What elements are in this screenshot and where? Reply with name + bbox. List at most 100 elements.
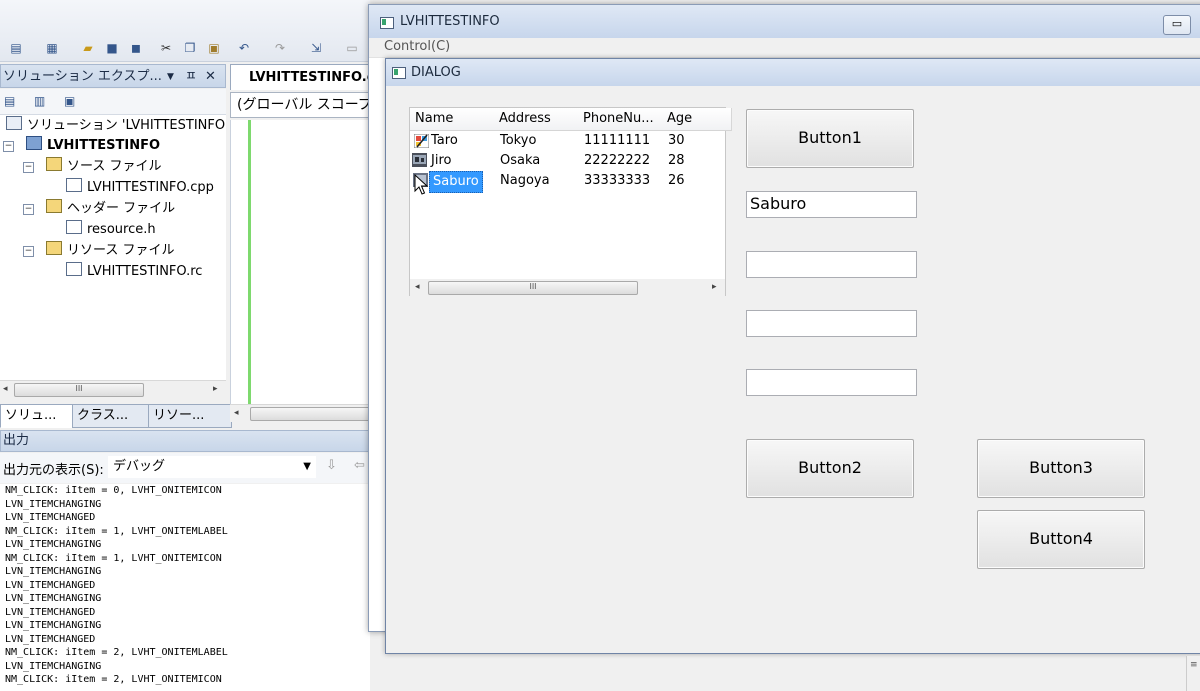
save-icon[interactable]: ■: [104, 40, 120, 56]
collapse-icon[interactable]: −: [23, 204, 34, 215]
code-editor[interactable]: [230, 120, 370, 404]
refresh-icon[interactable]: ▣: [64, 94, 75, 108]
add-item-icon[interactable]: ▦: [44, 40, 60, 56]
tree-label: ソリューション 'LVHITTESTINFO: [27, 118, 226, 133]
solution-hscrollbar[interactable]: ◂ III ▸: [0, 380, 226, 397]
minimize-button[interactable]: ▭: [1163, 15, 1191, 35]
menu-control[interactable]: Control(C): [384, 39, 450, 54]
collapse-icon[interactable]: −: [3, 141, 14, 152]
tree-item-header-file[interactable]: resource.h: [66, 220, 156, 240]
solution-icon: [6, 116, 22, 130]
tree-label: ソース ファイル: [67, 159, 162, 174]
cell-address: Nagoya: [500, 173, 550, 188]
scope-label: (グローバル スコープ): [237, 97, 370, 113]
output-line: NM_CLICK: iItem = 1, LVHT_ONITEMICON: [5, 552, 222, 564]
editor-tab[interactable]: LVHITTESTINFO.c: [230, 64, 370, 90]
output-line: LVN_ITEMCHANGED: [5, 633, 96, 645]
cut-icon[interactable]: ✂: [158, 40, 174, 56]
list-hscrollbar[interactable]: ◂ III ▸: [410, 279, 725, 296]
list-view[interactable]: Name Address PhoneNu... Age Taro Tokyo 1…: [409, 107, 732, 296]
tree-item-header-folder[interactable]: ヘッダー ファイル: [46, 199, 175, 219]
cell-phone: 11111111: [584, 133, 651, 148]
output-line: LVN_ITEMCHANGED: [5, 512, 96, 523]
tree-item-resource-file[interactable]: LVHITTESTINFO.rc: [66, 262, 202, 282]
edit-field-4[interactable]: [746, 369, 917, 396]
cell-phone: 33333333: [584, 173, 651, 188]
clear-all-icon[interactable]: ⇦: [354, 458, 365, 473]
edit-field-2[interactable]: [746, 251, 917, 278]
collapse-icon[interactable]: −: [23, 162, 34, 173]
button-label: Button1: [798, 128, 862, 147]
collapse-icon[interactable]: −: [23, 246, 34, 257]
copy-icon[interactable]: ❐: [182, 40, 198, 56]
scroll-thumb[interactable]: III: [14, 383, 144, 397]
tree-item-source-folder[interactable]: ソース ファイル: [46, 157, 161, 177]
scroll-thumb[interactable]: [250, 407, 372, 421]
tab-solution[interactable]: ソリュ...: [0, 404, 76, 428]
tab-class[interactable]: クラス...: [72, 404, 152, 428]
show-all-files-icon[interactable]: ▥: [34, 94, 45, 108]
tab-resource[interactable]: リソー...: [148, 404, 232, 428]
column-label: Address: [499, 111, 551, 126]
paste-icon[interactable]: ▣: [206, 40, 222, 56]
cell-name[interactable]: Jiro: [431, 151, 451, 171]
button3[interactable]: Button3: [977, 439, 1145, 498]
cell-name[interactable]: Taro: [431, 131, 458, 151]
editor-hscrollbar[interactable]: ◂: [230, 404, 372, 422]
output-log: NM_CLICK: iItem = 0, LVHT_ONITEMICON LVN_…: [0, 484, 370, 691]
close-icon[interactable]: ✕: [205, 65, 216, 89]
find-icon[interactable]: ▭: [344, 40, 360, 56]
cell-phone: 22222222: [584, 153, 651, 168]
edit-field-3[interactable]: [746, 310, 917, 337]
output-line: NM_CLICK: iItem = 0, LVHT_ONITEMICON: [5, 485, 222, 496]
navigate-icon[interactable]: ⇲: [308, 40, 324, 56]
column-header-address[interactable]: Address: [494, 108, 583, 131]
jiro-icon[interactable]: [412, 153, 427, 167]
column-header-name[interactable]: Name: [410, 108, 499, 131]
cell-name-selected[interactable]: Saburo: [429, 171, 483, 193]
output-source-dropdown[interactable]: デバッグ ▼: [108, 456, 316, 478]
redo-icon[interactable]: ↷: [272, 40, 288, 56]
column-header-phone[interactable]: PhoneNu...: [578, 108, 667, 131]
tree-item-solution[interactable]: ソリューション 'LVHITTESTINFO: [6, 116, 225, 136]
button2[interactable]: Button2: [746, 439, 914, 498]
taro-icon[interactable]: [414, 134, 429, 148]
solution-tree: ソリューション 'LVHITTESTINFO − LVHITTESTINFO −…: [0, 115, 226, 380]
scroll-left-icon[interactable]: ◂: [234, 408, 239, 418]
output-source-label: 出力元の表示(S):: [3, 463, 104, 478]
new-project-icon[interactable]: ▤: [8, 40, 24, 56]
chevron-down-icon: ▼: [303, 461, 311, 472]
scroll-right-icon[interactable]: ▸: [213, 384, 218, 394]
cpp-file-icon: [66, 178, 82, 192]
app-title: LVHITTESTINFO: [400, 14, 500, 29]
dropdown-icon[interactable]: ▼: [167, 65, 174, 89]
button4[interactable]: Button4: [977, 510, 1145, 569]
output-line: LVN_ITEMCHANGING: [5, 660, 102, 672]
tree-item-resource-folder[interactable]: リソース ファイル: [46, 241, 174, 261]
save-all-icon[interactable]: ◼: [128, 40, 144, 56]
pin-icon[interactable]: ㅍ: [185, 65, 197, 89]
cell-address: Osaka: [500, 153, 541, 168]
undo-icon[interactable]: ↶: [236, 40, 252, 56]
editor-vscrollbar[interactable]: ≡: [1186, 656, 1200, 691]
edit-field-1[interactable]: Saburo: [746, 191, 917, 218]
tree-item-source-file[interactable]: LVHITTESTINFO.cpp: [66, 178, 214, 198]
solution-explorer-title: ソリューション エクスプ...: [3, 69, 162, 84]
scope-dropdown[interactable]: (グローバル スコープ): [230, 92, 370, 118]
column-header-age[interactable]: Age: [662, 108, 732, 131]
scroll-thumb[interactable]: III: [428, 281, 638, 295]
tree-item-project[interactable]: LVHITTESTINFO: [26, 136, 160, 156]
button1[interactable]: Button1: [746, 109, 914, 168]
column-label: PhoneNu...: [583, 111, 654, 126]
scroll-left-icon[interactable]: ◂: [3, 384, 8, 394]
output-line: LVN_ITEMCHANGING: [5, 620, 102, 631]
scroll-left-icon[interactable]: ◂: [415, 282, 420, 292]
find-message-icon[interactable]: ⇩: [326, 458, 337, 473]
minimize-icon: ▭: [1171, 17, 1183, 30]
tree-label: リソース ファイル: [67, 243, 175, 258]
open-file-icon[interactable]: ▰: [80, 40, 96, 56]
tab-label: ソリュ...: [5, 408, 57, 423]
tree-label: LVHITTESTINFO: [47, 138, 161, 153]
properties-icon[interactable]: ▤: [4, 94, 15, 108]
scroll-right-icon[interactable]: ▸: [712, 282, 717, 292]
